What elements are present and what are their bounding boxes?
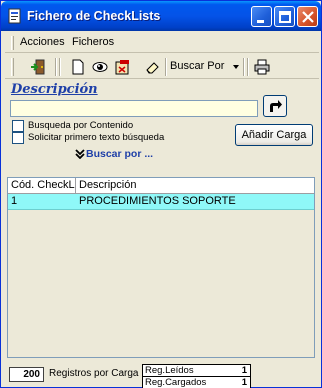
checklist-window: Fichero de CheckLists Acciones Ficheros [0, 0, 322, 388]
printer-icon[interactable] [251, 57, 273, 77]
column-header-description[interactable]: Descripción [76, 178, 314, 193]
add-load-button[interactable]: Añadir Carga [235, 124, 313, 146]
search-by-link[interactable]: Buscar por ... [86, 148, 153, 160]
record-stats: Reg.Leídos 1 Reg.Cargados 1 [142, 364, 251, 388]
records-read-label: Reg.Leídos [145, 365, 194, 376]
search-go-button[interactable] [263, 95, 287, 117]
menu-acciones[interactable]: Acciones [20, 36, 65, 48]
content-search-checkbox[interactable] [12, 120, 24, 132]
app-icon [7, 8, 23, 24]
content-search-label: Busqueda por Contenido [28, 120, 134, 131]
maximize-button[interactable] [274, 6, 295, 27]
exit-door-icon[interactable] [27, 57, 49, 77]
toolbar-separator [55, 58, 57, 76]
minimize-button[interactable] [251, 6, 272, 27]
eraser-icon[interactable] [141, 57, 163, 77]
buscar-por-dropdown[interactable]: Buscar Por [170, 60, 224, 72]
records-read-value: 1 [241, 365, 247, 376]
records-loaded-label: Reg.Cargados [145, 377, 207, 388]
records-read-row: Reg.Leídos 1 [143, 365, 250, 377]
toolbar-separator [247, 58, 249, 76]
window-title: Fichero de CheckLists [27, 9, 161, 23]
toolbar: Buscar Por [5, 55, 319, 79]
double-chevron-icon [75, 149, 85, 162]
menu-ficheros[interactable]: Ficheros [72, 36, 114, 48]
toolbar-separator [165, 58, 167, 76]
row-code-cell: 1 [11, 195, 18, 207]
records-loaded-value: 1 [241, 377, 247, 388]
records-loaded-row: Reg.Cargados 1 [143, 377, 250, 388]
toolbar-separator [243, 58, 245, 76]
description-input[interactable] [10, 100, 258, 117]
close-button[interactable] [297, 6, 318, 27]
toolbar-grip [11, 58, 14, 76]
new-document-icon[interactable] [67, 57, 89, 77]
records-per-load-group: 200 Registros por Carga [9, 367, 139, 388]
turn-arrow-icon [270, 100, 282, 112]
view-eye-icon[interactable] [89, 57, 111, 77]
delete-file-icon[interactable] [111, 57, 133, 77]
ask-text-first-label: Solicitar primero texto búsqueda [28, 132, 165, 143]
menu-grip [11, 36, 14, 50]
title-bar[interactable]: Fichero de CheckLists [1, 1, 321, 31]
row-description-cell: PROCEDIMIENTOS SOPORTE [79, 195, 236, 207]
table-row[interactable]: 1 PROCEDIMIENTOS SOPORTE [8, 194, 314, 210]
records-per-load-input[interactable]: 200 [9, 367, 44, 382]
column-header-code[interactable]: Cód. CheckL [8, 178, 76, 193]
checklist-grid: Cód. CheckL Descripción 1 PROCEDIMIENTOS… [7, 177, 315, 358]
toolbar-separator [59, 58, 61, 76]
chevron-down-icon[interactable] [233, 65, 239, 69]
records-per-load-label: Registros por Carga [49, 368, 139, 379]
grid-header: Cód. CheckL Descripción [8, 178, 314, 194]
description-label: Descripción [11, 82, 98, 97]
ask-text-first-checkbox[interactable] [12, 132, 24, 144]
menu-bar: Acciones Ficheros [5, 33, 319, 53]
